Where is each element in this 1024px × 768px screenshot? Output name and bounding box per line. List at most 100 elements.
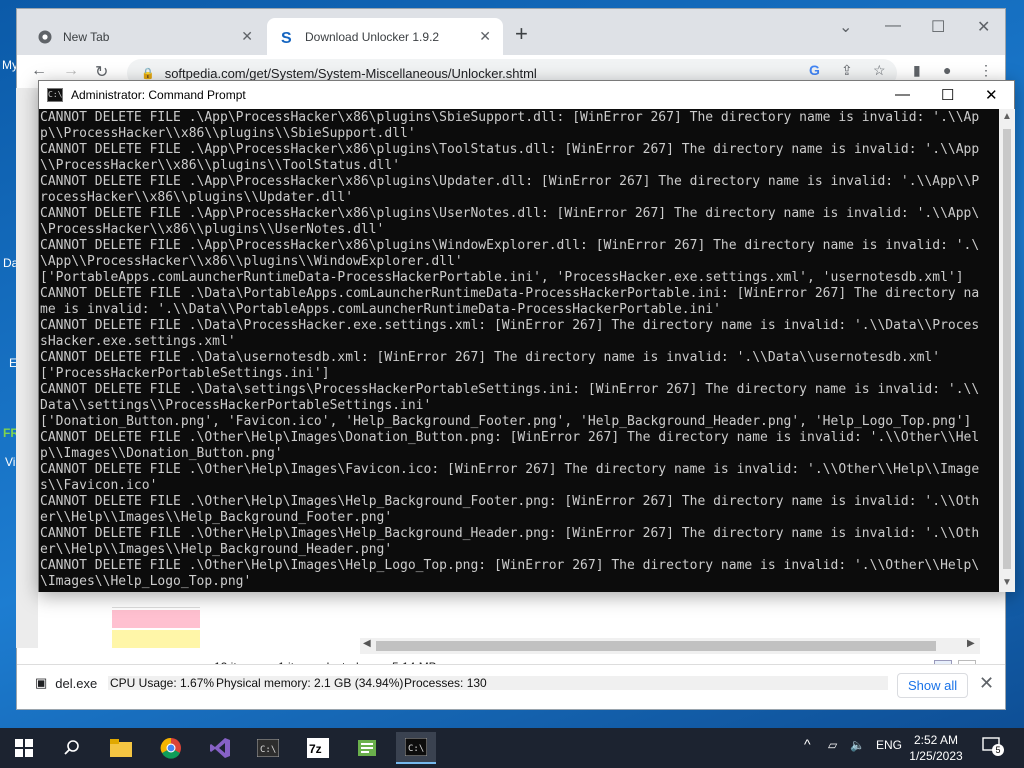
console-line: CANNOT DELETE FILE .\App\ProcessHacker\x… [40,142,980,157]
console-line: CANNOT DELETE FILE .\App\ProcessHacker\x… [40,206,980,221]
console-line: CANNOT DELETE FILE .\Data\ProcessHacker.… [40,318,980,333]
console-line: er\\Help\\Images\\Help_Background_Header… [40,542,393,557]
start-button[interactable] [4,732,44,764]
console-line: \App\\ProcessHacker\\x86\\plugins\\Windo… [40,254,463,269]
close-icon[interactable]: ✕ [241,28,253,45]
search-button[interactable] [52,732,92,764]
notification-badge: 5 [992,744,1004,756]
forward-button[interactable]: → [63,62,79,80]
console-line: \ProcessHacker\\x86\\plugins\\UserNotes.… [40,222,385,237]
chrome-icon [37,29,53,45]
console-line: CANNOT DELETE FILE .\App\ProcessHacker\x… [40,238,980,253]
svg-text:7z: 7z [309,742,322,756]
new-tab-button[interactable]: + [515,23,528,45]
clock-date: 1/25/2023 [909,749,963,763]
console-output[interactable]: CANNOT DELETE FILE .\App\ProcessHacker\x… [39,109,999,592]
console-line: s\\Favicon.ico' [40,478,158,493]
profile-icon[interactable]: ● [943,62,951,78]
minimize-button[interactable]: — [895,86,910,103]
console-line: CANNOT DELETE FILE .\Other\Help\Images\H… [40,558,980,573]
tab-new-tab[interactable]: New Tab ✕ [25,18,265,55]
back-button[interactable]: ← [31,62,47,80]
search-icon [64,740,79,755]
console-line: ['Donation_Button.png', 'Favicon.ico', '… [40,414,972,429]
console-line: CANNOT DELETE FILE .\Other\Help\Images\H… [40,526,980,541]
7zip-icon[interactable]: 7z [298,732,338,764]
minimize-button[interactable]: — [885,17,901,35]
console-line: CANNOT DELETE FILE .\Data\usernotesdb.xm… [40,350,941,365]
cmd-icon: C:\ [47,88,63,102]
scroll-down-icon[interactable]: ▼ [1002,577,1012,588]
bookmark-star-icon[interactable]: ☆ [873,62,886,79]
process-count: Processes: 130 [404,676,487,690]
cmd-taskbar-icon[interactable]: C:\ [396,732,436,764]
notepad-icon[interactable] [347,732,387,764]
notification-center-button[interactable]: 5 [982,736,1004,758]
softpedia-icon: S [279,29,295,45]
maximize-button[interactable]: ☐ [941,86,954,104]
vertical-scrollbar[interactable]: ▲ ▼ [999,109,1015,592]
console-line: me is invalid: '.\\Data\\PortableApps.co… [40,302,721,317]
chrome-icon[interactable] [151,732,191,764]
close-icon[interactable]: ✕ [479,28,491,45]
tab-strip: New Tab ✕ S Download Unlocker 1.9.2 ✕ + … [17,9,1005,55]
close-icon[interactable]: ✕ [979,673,994,694]
volume-icon[interactable]: 🔈 [850,738,865,752]
show-all-button[interactable]: Show all [897,673,969,698]
file-explorer-icon[interactable] [101,732,141,764]
console-line: \Images\\Help_Logo_Top.png' [40,574,252,589]
console-line: CANNOT DELETE FILE .\App\ProcessHacker\x… [40,174,980,189]
console-line: rocessHacker\\x86\\plugins\\Updater.dll' [40,190,354,205]
close-window-button[interactable]: ✕ [985,86,998,104]
maximize-button[interactable]: ☐ [931,17,945,37]
windows-logo-icon [15,739,33,757]
page-content-background [16,88,38,648]
horizontal-scrollbar[interactable]: ◀ ▶ [360,638,980,654]
scroll-up-icon[interactable]: ▲ [1002,111,1012,122]
console-line: CANNOT DELETE FILE .\Other\Help\Images\F… [40,462,980,477]
console-line: CANNOT DELETE FILE .\Data\settings\Proce… [40,382,980,397]
tab-title: New Tab [63,29,110,44]
console-line: er\\Help\\Images\\Help_Background_Footer… [40,510,393,525]
explorer-view [108,588,988,666]
terminal-icon[interactable]: C:\ [248,732,288,764]
task-manager-status: CPU Usage: 1.67% Physical memory: 2.1 GB… [108,676,888,690]
more-menu-icon[interactable]: ⋮ [979,62,993,79]
desktop-label[interactable]: Vi [5,455,15,469]
close-window-button[interactable]: ✕ [977,17,990,37]
thumbnail-row[interactable] [112,590,200,608]
share-icon[interactable]: ⇪ [841,62,853,79]
console-line: sHacker.exe.settings.xml' [40,334,236,349]
physical-memory: Physical memory: 2.1 GB (34.94%) [216,676,404,690]
side-panel-icon[interactable]: ▮ [913,62,921,79]
console-line: ['ProcessHackerPortableSettings.ini'] [40,366,330,381]
file-icon: ▣ [35,675,48,690]
console-line: p\\Images\\Donation_Button.png' [40,446,283,461]
thumbnail-row[interactable] [112,610,200,628]
scroll-left-icon[interactable]: ◀ [363,638,371,649]
scroll-thumb[interactable] [376,641,936,651]
google-icon[interactable]: G [809,62,820,78]
thumbnail-row[interactable] [112,630,200,648]
system-clock[interactable]: 2:52 AM 1/25/2023 [896,732,976,764]
svg-text:C:\: C:\ [408,744,424,754]
tab-download-unlocker[interactable]: S Download Unlocker 1.9.2 ✕ [267,18,503,55]
scroll-right-icon[interactable]: ▶ [967,638,975,649]
window-title: Administrator: Command Prompt [71,88,246,102]
tab-title: Download Unlocker 1.9.2 [305,29,440,44]
taskbar: C:\ 7z C:\ ^ ▱ 🔈 ENG 2:52 AM 1/25/2023 5 [0,728,1024,768]
console-line: CANNOT DELETE FILE .\App\ProcessHacker\x… [40,110,980,125]
chevron-down-icon[interactable]: ⌄ [839,17,852,37]
console-line: Data\\settings\\ProcessHackerPortableSet… [40,398,432,413]
download-item[interactable]: ▣ del.exe [35,675,97,691]
chevron-up-icon[interactable]: ^ [804,736,811,752]
visual-studio-icon[interactable] [200,732,240,764]
scroll-thumb[interactable] [1003,129,1011,569]
reload-button[interactable]: ↻ [95,62,108,82]
svg-text:C:\: C:\ [260,745,276,755]
network-icon[interactable]: ▱ [828,738,837,752]
download-filename: del.exe [55,675,98,691]
cmd-title-bar[interactable]: C:\ Administrator: Command Prompt — ☐ ✕ [39,81,1014,109]
lock-icon[interactable]: 🔒 [141,67,155,80]
command-prompt-window[interactable]: C:\ Administrator: Command Prompt — ☐ ✕ … [38,80,1015,592]
